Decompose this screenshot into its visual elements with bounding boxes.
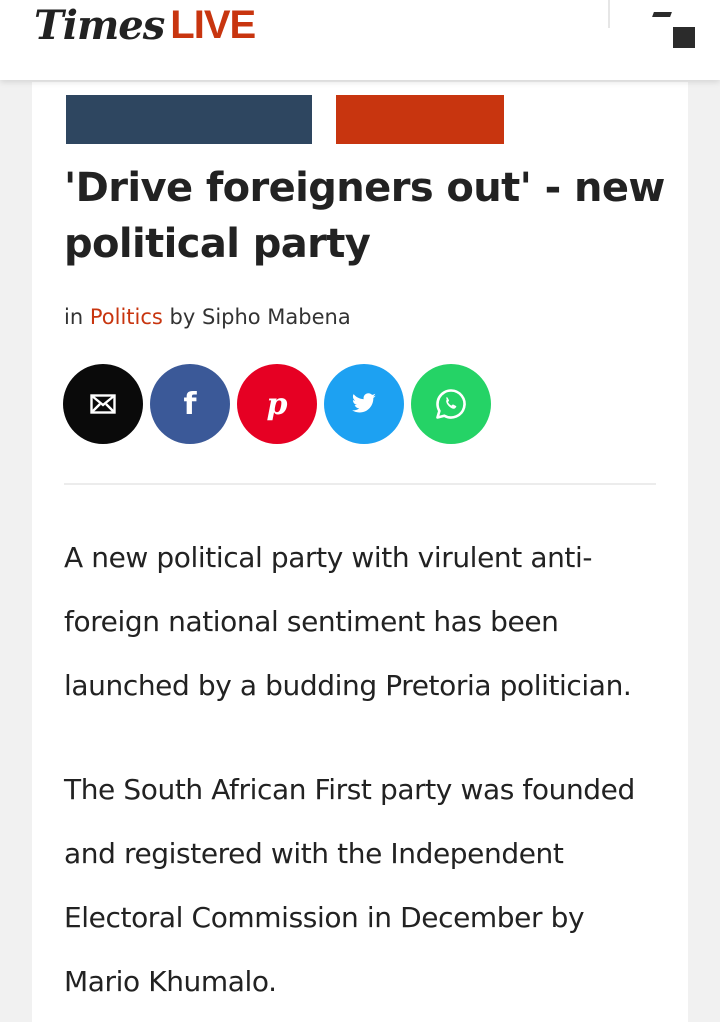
- facebook-icon: f: [183, 386, 197, 422]
- pinterest-icon: p: [266, 386, 288, 422]
- envelope-icon: [90, 394, 116, 414]
- headline-line-2: political party: [64, 221, 371, 267]
- paragraph-2-line-2: and registered with the Independent: [64, 837, 564, 870]
- paragraph-1-line-3: launched by a budding Pretoria politicia…: [64, 669, 632, 702]
- header-divider: [608, 0, 610, 28]
- article-headline: 'Drive foreigners out' - new political p…: [64, 160, 684, 272]
- site-header: Times LIVE: [0, 0, 720, 80]
- paragraph-1-line-1: A new political party with virulent anti…: [64, 541, 593, 574]
- facebook-share-button[interactable]: f: [150, 364, 230, 444]
- paragraph-1-line-2: foreign national sentiment has been: [64, 605, 559, 638]
- author-name: Sipho Mabena: [201, 305, 351, 329]
- header-mark: [652, 12, 672, 17]
- whatsapp-icon: [436, 389, 466, 419]
- email-share-button[interactable]: [63, 364, 143, 444]
- paragraph-2-line-1: The South African First party was founde…: [64, 773, 635, 806]
- content-divider: [64, 483, 656, 485]
- banner-block-dark: [66, 95, 312, 144]
- paragraph-2-line-4: Mario Khumalo.: [64, 965, 277, 998]
- banner-block-orange: [336, 95, 504, 144]
- twitter-share-button[interactable]: [324, 364, 404, 444]
- pinterest-share-button[interactable]: p: [237, 364, 317, 444]
- byline: in Politics by Sipho Mabena: [64, 305, 351, 329]
- twitter-icon: [351, 393, 376, 413]
- category-link[interactable]: Politics: [90, 305, 163, 329]
- headline-line-1: 'Drive foreigners out' - new: [64, 165, 665, 211]
- article-paragraph-2: The South African First party was founde…: [64, 758, 684, 1014]
- byline-by: by: [169, 305, 196, 329]
- menu-icon[interactable]: [673, 27, 695, 48]
- article-paragraph-1: A new political party with virulent anti…: [64, 526, 684, 718]
- share-buttons: f p: [63, 364, 491, 444]
- byline-in: in: [64, 305, 84, 329]
- paragraph-2-line-3: Electoral Commission in December by: [64, 901, 585, 934]
- logo-times-text: Times: [34, 1, 165, 49]
- whatsapp-share-button[interactable]: [411, 364, 491, 444]
- logo-live-text: LIVE: [170, 2, 256, 47]
- site-logo[interactable]: Times LIVE: [34, 0, 256, 50]
